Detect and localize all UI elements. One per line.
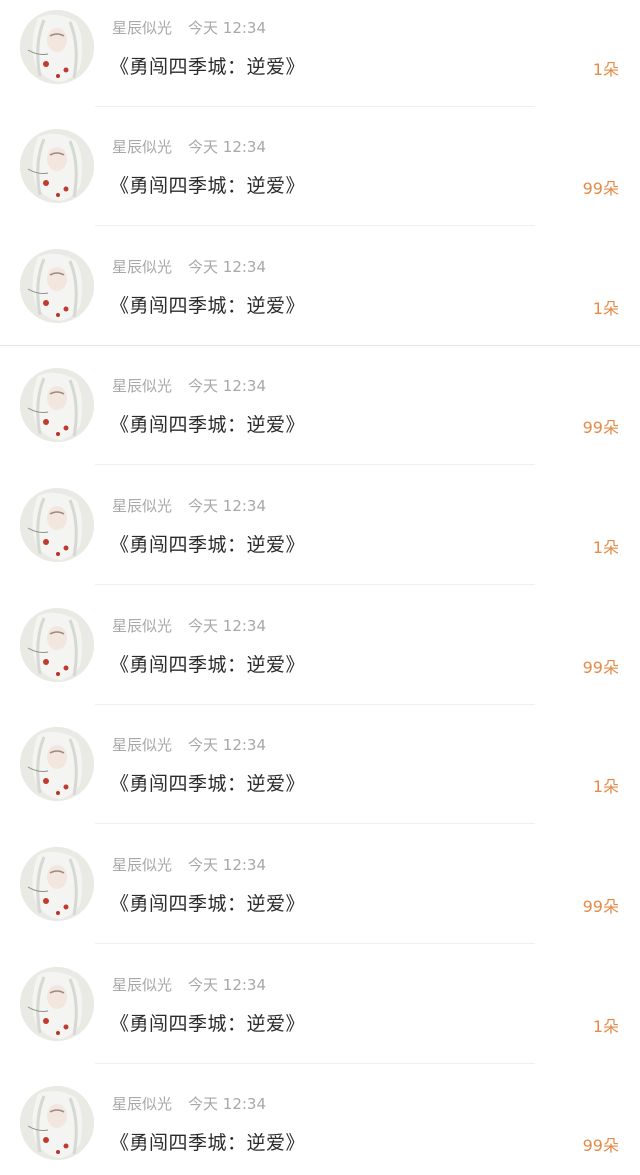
user-name[interactable]: 星辰似光 — [112, 377, 172, 395]
gift-meta: 星辰似光 今天 12:34 — [112, 1093, 266, 1115]
gift-count: 99朵 — [582, 1136, 619, 1155]
book-title[interactable]: 《勇闯四季城：逆爱》 — [110, 410, 305, 437]
gift-meta: 星辰似光 今天 12:34 — [112, 615, 266, 637]
gift-count: 99朵 — [582, 418, 619, 437]
book-title[interactable]: 《勇闯四季城：逆爱》 — [110, 1128, 305, 1155]
book-title[interactable]: 《勇闯四季城：逆爱》 — [110, 52, 305, 79]
book-title[interactable]: 《勇闯四季城：逆爱》 — [110, 530, 305, 557]
gift-meta: 星辰似光 今天 12:34 — [112, 854, 266, 876]
timestamp: 今天 12:34 — [188, 258, 267, 276]
list-item[interactable]: 星辰似光 今天 12:34 《勇闯四季城：逆爱》 1朵 — [0, 0, 640, 120]
timestamp: 今天 12:34 — [188, 19, 267, 37]
book-title[interactable]: 《勇闯四季城：逆爱》 — [110, 1009, 305, 1036]
user-name[interactable]: 星辰似光 — [112, 1095, 172, 1113]
user-name[interactable]: 星辰似光 — [112, 736, 172, 754]
avatar[interactable] — [20, 1086, 94, 1160]
timestamp: 今天 12:34 — [188, 497, 267, 515]
list-item[interactable]: 星辰似光 今天 12:34 《勇闯四季城：逆爱》 1朵 — [0, 957, 640, 1077]
avatar[interactable] — [20, 967, 94, 1041]
avatar[interactable] — [20, 608, 94, 682]
user-name[interactable]: 星辰似光 — [112, 19, 172, 37]
gift-meta: 星辰似光 今天 12:34 — [112, 256, 266, 278]
timestamp: 今天 12:34 — [188, 617, 267, 635]
gift-meta: 星辰似光 今天 12:34 — [112, 734, 266, 756]
timestamp: 今天 12:34 — [188, 377, 267, 395]
list-item[interactable]: 星辰似光 今天 12:34 《勇闯四季城：逆爱》 99朵 — [0, 837, 640, 957]
list-item[interactable]: 星辰似光 今天 12:34 《勇闯四季城：逆爱》 1朵 — [0, 717, 640, 837]
divider — [95, 225, 535, 226]
timestamp: 今天 12:34 — [188, 976, 267, 994]
avatar-icon — [20, 608, 94, 682]
avatar-icon — [20, 488, 94, 562]
timestamp: 今天 12:34 — [188, 138, 267, 156]
user-name[interactable]: 星辰似光 — [112, 976, 172, 994]
avatar[interactable] — [20, 488, 94, 562]
gift-meta: 星辰似光 今天 12:34 — [112, 136, 266, 158]
gift-count: 1朵 — [592, 299, 619, 318]
gift-count: 1朵 — [592, 538, 619, 557]
list-item[interactable]: 星辰似光 今天 12:34 《勇闯四季城：逆爱》 1朵 — [0, 478, 640, 598]
gift-count: 1朵 — [592, 60, 619, 79]
book-title[interactable]: 《勇闯四季城：逆爱》 — [110, 650, 305, 677]
gift-meta: 星辰似光 今天 12:34 — [112, 17, 266, 39]
avatar-icon — [20, 727, 94, 801]
divider — [95, 704, 535, 705]
user-name[interactable]: 星辰似光 — [112, 258, 172, 276]
avatar-icon — [20, 129, 94, 203]
avatar[interactable] — [20, 368, 94, 442]
divider — [95, 464, 535, 465]
list-item[interactable]: 星辰似光 今天 12:34 《勇闯四季城：逆爱》 99朵 — [0, 358, 640, 478]
divider — [95, 106, 535, 107]
user-name[interactable]: 星辰似光 — [112, 617, 172, 635]
book-title[interactable]: 《勇闯四季城：逆爱》 — [110, 171, 305, 198]
list-item[interactable]: 星辰似光 今天 12:34 《勇闯四季城：逆爱》 1朵 — [0, 239, 640, 359]
avatar-icon — [20, 249, 94, 323]
divider — [95, 1063, 535, 1064]
timestamp: 今天 12:34 — [188, 1095, 267, 1113]
list-item[interactable]: 星辰似光 今天 12:34 《勇闯四季城：逆爱》 99朵 — [0, 598, 640, 718]
gift-meta: 星辰似光 今天 12:34 — [112, 375, 266, 397]
book-title[interactable]: 《勇闯四季城：逆爱》 — [110, 889, 305, 916]
gift-record-list: 星辰似光 今天 12:34 《勇闯四季城：逆爱》 1朵 星辰似光 今天 12:34 — [0, 0, 640, 1175]
gift-count: 99朵 — [582, 897, 619, 916]
avatar[interactable] — [20, 847, 94, 921]
user-name[interactable]: 星辰似光 — [112, 497, 172, 515]
divider — [0, 345, 640, 346]
user-name[interactable]: 星辰似光 — [112, 856, 172, 874]
book-title[interactable]: 《勇闯四季城：逆爱》 — [110, 769, 305, 796]
avatar-icon — [20, 847, 94, 921]
gift-meta: 星辰似光 今天 12:34 — [112, 974, 266, 996]
avatar-icon — [20, 10, 94, 84]
avatar[interactable] — [20, 249, 94, 323]
avatar[interactable] — [20, 129, 94, 203]
list-item[interactable]: 星辰似光 今天 12:34 《勇闯四季城：逆爱》 99朵 — [0, 1076, 640, 1175]
user-name[interactable]: 星辰似光 — [112, 138, 172, 156]
gift-count: 99朵 — [582, 179, 619, 198]
timestamp: 今天 12:34 — [188, 736, 267, 754]
avatar-icon — [20, 967, 94, 1041]
gift-count: 99朵 — [582, 658, 619, 677]
gift-meta: 星辰似光 今天 12:34 — [112, 495, 266, 517]
avatar[interactable] — [20, 727, 94, 801]
avatar-icon — [20, 1086, 94, 1160]
book-title[interactable]: 《勇闯四季城：逆爱》 — [110, 291, 305, 318]
timestamp: 今天 12:34 — [188, 856, 267, 874]
avatar-icon — [20, 368, 94, 442]
divider — [95, 584, 535, 585]
divider — [95, 943, 535, 944]
list-item[interactable]: 星辰似光 今天 12:34 《勇闯四季城：逆爱》 99朵 — [0, 119, 640, 239]
avatar[interactable] — [20, 10, 94, 84]
gift-count: 1朵 — [592, 1017, 619, 1036]
divider — [95, 823, 535, 824]
gift-count: 1朵 — [592, 777, 619, 796]
